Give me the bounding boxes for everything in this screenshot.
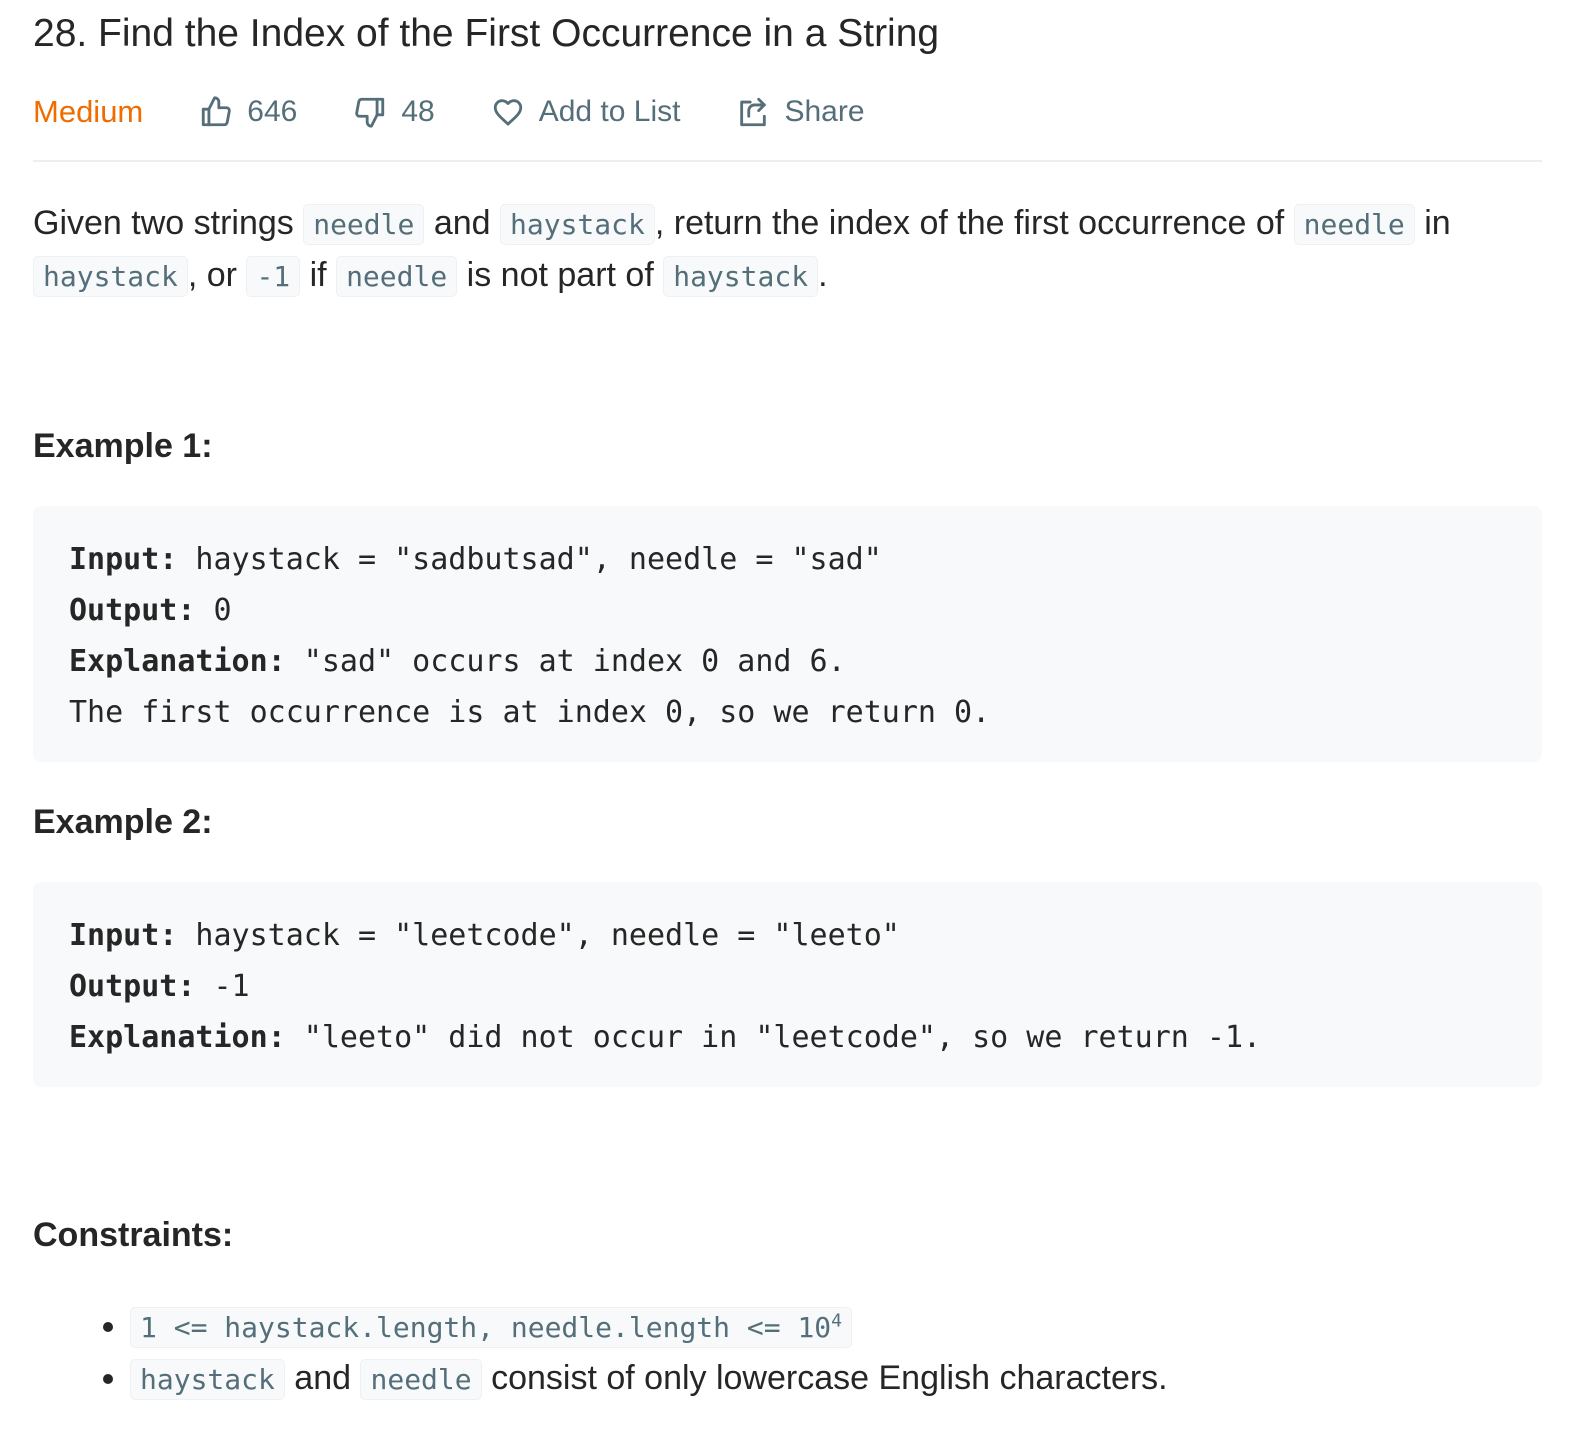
explanation-label: Explanation:	[69, 1020, 286, 1055]
explanation-value: "sad" occurs at index 0 and 6.	[285, 644, 846, 679]
input-value: haystack = "leetcode", needle = "leeto"	[177, 918, 900, 953]
problem-description: Given two strings needle and haystack, r…	[33, 198, 1542, 302]
inline-code: 1 <= haystack.length, needle.length <= 1…	[130, 1307, 852, 1348]
page-title: 28. Find the Index of the First Occurren…	[33, 12, 940, 55]
share-icon	[740, 97, 767, 127]
inline-code: haystack	[663, 256, 819, 297]
inline-code: haystack	[33, 256, 188, 297]
share-label: Share	[784, 95, 865, 128]
output-label: Output:	[69, 593, 196, 628]
output-value: -1	[195, 969, 250, 1004]
add-to-list-button[interactable]: Add to List	[491, 95, 681, 129]
output-value: 0	[195, 593, 232, 628]
example-2-heading: Example 2:	[33, 803, 213, 841]
explanation-extra-line: The first occurrence is at index 0, so w…	[69, 695, 991, 730]
output-label: Output:	[69, 969, 196, 1004]
input-value: haystack = "sadbutsad", needle = "sad"	[177, 542, 882, 577]
explanation-label: Explanation:	[69, 644, 286, 679]
input-label: Input:	[69, 918, 178, 953]
constraints-list: 1 <= haystack.length, needle.length <= 1…	[33, 1301, 1542, 1405]
inline-code: needle	[336, 256, 458, 297]
inline-code: -1	[246, 256, 301, 297]
problem-meta-bar: Medium 646 48 Add to List Share	[33, 82, 1542, 162]
constraints-heading: Constraints:	[33, 1216, 234, 1254]
dislike-count: 48	[401, 95, 435, 128]
share-button[interactable]: Share	[736, 95, 865, 129]
inline-code: needle	[360, 1359, 482, 1400]
input-label: Input:	[69, 542, 178, 577]
explanation-value: "leeto" did not occur in "leetcode", so …	[285, 1020, 1262, 1055]
superscript: 4	[831, 1310, 842, 1332]
like-count: 646	[247, 95, 298, 128]
like-button[interactable]: 646	[199, 95, 297, 129]
example-1-heading: Example 1:	[33, 427, 213, 465]
example-1-block: Input: haystack = "sadbutsad", needle = …	[33, 506, 1542, 762]
dislike-button[interactable]: 48	[353, 95, 435, 129]
heart-icon	[493, 99, 522, 126]
example-2-block: Input: haystack = "leetcode", needle = "…	[33, 882, 1542, 1087]
thumbs-up-icon	[202, 96, 232, 127]
thumbs-down-icon	[355, 97, 385, 128]
list-item: 1 <= haystack.length, needle.length <= 1…	[130, 1301, 1542, 1353]
inline-code: haystack	[500, 204, 655, 245]
add-to-list-label: Add to List	[538, 95, 681, 128]
inline-code: needle	[1293, 204, 1415, 245]
problem-page: 28. Find the Index of the First Occurren…	[0, 0, 1588, 1405]
difficulty-badge: Medium	[33, 94, 144, 129]
inline-code: haystack	[130, 1359, 285, 1400]
inline-code: needle	[303, 204, 425, 245]
list-item: haystack and needle consist of only lowe…	[130, 1353, 1542, 1405]
